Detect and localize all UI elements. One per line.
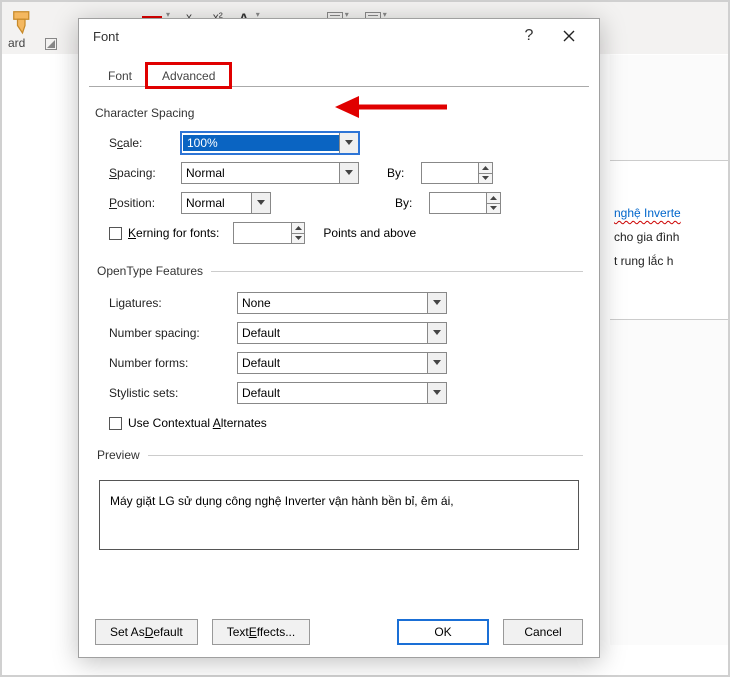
ligatures-label: Ligatures: [109,296,229,310]
dropdown-button[interactable] [427,383,446,403]
font-dialog: Font ? Font Advanced Character Spacing S… [78,18,600,658]
spacing-label: Spacing: [109,166,173,180]
cancel-button[interactable]: Cancel [503,619,583,645]
number-spacing-combo[interactable]: Default [237,322,447,344]
checkbox-icon [109,417,122,430]
ribbon-group-label: ard [8,36,25,50]
dropdown-button[interactable] [427,323,446,343]
caret-down-icon [295,236,302,240]
dropdown-button[interactable] [339,163,358,183]
text-effects-button[interactable]: Text Effects... [212,619,311,645]
spin-up-button[interactable] [479,163,492,174]
contextual-alternates-checkbox[interactable]: Use Contextual Alternates [109,416,267,430]
caret-down-icon [482,176,489,180]
spin-up-button[interactable] [292,223,305,234]
position-by-spinner[interactable] [429,192,501,214]
caret-up-icon [295,226,302,230]
stylistic-sets-value: Default [238,386,427,400]
spacing-by-spinner[interactable] [421,162,493,184]
set-as-default-button[interactable]: Set As Default [95,619,198,645]
kerning-suffix: Points and above [323,226,416,240]
number-forms-combo[interactable]: Default [237,352,447,374]
kerning-spinner[interactable] [233,222,305,244]
close-icon [563,30,575,42]
ok-button[interactable]: OK [397,619,489,645]
chevron-down-icon [345,170,353,176]
document-page-fragment: nghệ Inverte cho gia đình t rung lắc h [610,160,728,320]
tab-font[interactable]: Font [93,64,147,87]
character-spacing-group: Character Spacing Scale: 100% Spacing: N… [95,106,583,248]
caret-up-icon [490,196,497,200]
dropdown-button[interactable] [339,133,358,153]
position-by-value[interactable] [430,194,486,212]
chevron-down-icon [257,200,265,206]
dialog-tabs: Font Advanced [79,59,599,87]
chevron-down-icon [433,390,441,396]
spacing-by-value[interactable] [422,164,478,182]
dialog-launcher-icon[interactable] [45,38,57,50]
spin-up-button[interactable] [487,193,500,204]
scale-value: 100% [183,135,339,151]
preview-box: Máy giặt LG sử dụng công nghệ Inverter v… [99,480,579,550]
dialog-titlebar[interactable]: Font ? [79,19,599,53]
dropdown-button[interactable] [251,193,270,213]
number-forms-value: Default [238,356,427,370]
spin-down-button[interactable] [487,204,500,214]
spacing-combo[interactable]: Normal [181,162,359,184]
spacing-by-label: By: [387,166,413,180]
preview-group: Preview Máy giặt LG sử dụng công nghệ In… [95,448,583,550]
kerning-label: Kerning for fonts: [128,226,219,240]
stylistic-sets-combo[interactable]: Default [237,382,447,404]
caret-up-icon [482,166,489,170]
format-painter-icon [10,8,40,38]
close-button[interactable] [549,21,589,51]
scale-label: Scale: [109,136,173,150]
help-button[interactable]: ? [509,21,549,51]
opentype-features-group: OpenType Features Ligatures: None Number… [95,264,583,438]
chevron-down-icon [433,300,441,306]
document-background [610,55,728,645]
group-title: Character Spacing [95,106,583,120]
kerning-checkbox[interactable]: Kerning for fonts: [109,226,219,240]
contextual-alternates-label: Use Contextual Alternates [128,416,267,430]
kerning-value[interactable] [234,224,290,242]
scale-combo[interactable]: 100% [181,132,359,154]
position-combo[interactable]: Normal [181,192,271,214]
number-forms-label: Number forms: [109,356,229,370]
number-spacing-label: Number spacing: [109,326,229,340]
position-label: Position: [109,196,173,210]
dropdown-button[interactable] [427,293,446,313]
caret-down-icon [490,206,497,210]
spacing-value: Normal [182,166,339,180]
doc-text-line: t rung lắc h [614,249,724,273]
stylistic-sets-label: Stylistic sets: [109,386,229,400]
chevron-down-icon [433,360,441,366]
ligatures-combo[interactable]: None [237,292,447,314]
tab-advanced[interactable]: Advanced [147,64,230,87]
dialog-title: Font [89,29,509,44]
number-spacing-value: Default [238,326,427,340]
dropdown-button[interactable] [427,353,446,373]
position-by-label: By: [395,196,421,210]
spin-down-button[interactable] [292,234,305,244]
group-title: Preview [95,448,148,462]
ligatures-value: None [238,296,427,310]
preview-text: Máy giặt LG sử dụng công nghệ Inverter v… [110,494,454,508]
doc-text-line: nghệ Inverte [614,201,724,225]
chevron-down-icon [433,330,441,336]
doc-text-line: cho gia đình [614,225,724,249]
dialog-button-bar: Set As Default Text Effects... OK Cancel [79,619,599,645]
chevron-down-icon [345,140,353,146]
checkbox-icon [109,227,122,240]
group-title: OpenType Features [95,264,211,278]
position-value: Normal [182,196,251,210]
spin-down-button[interactable] [479,174,492,184]
